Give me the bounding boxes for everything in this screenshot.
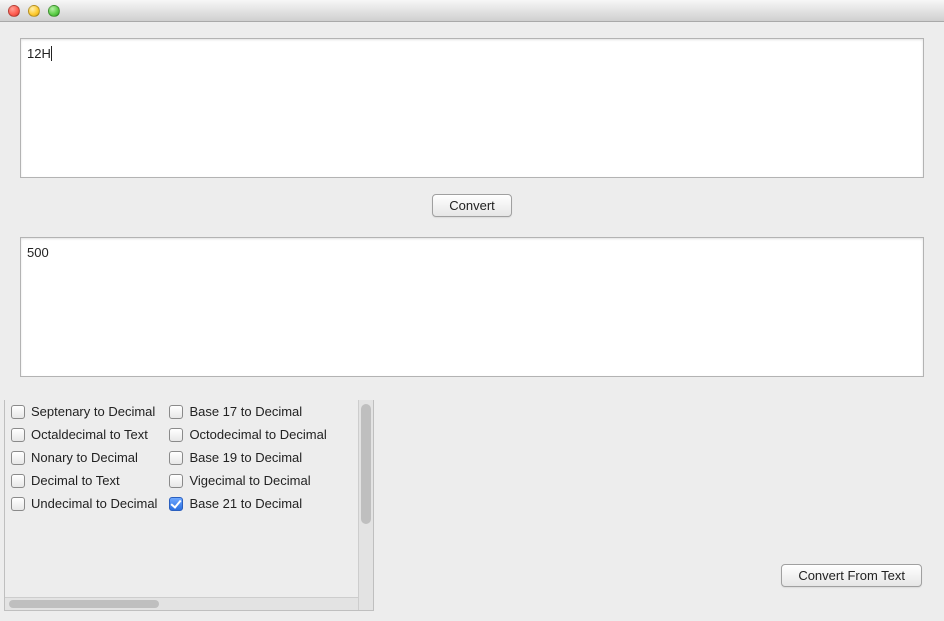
window-titlebar [0, 0, 944, 22]
option-label: Base 21 to Decimal [189, 496, 302, 511]
options-column-2: Hexadecimal to Text Base 17 to Decimal O… [169, 400, 326, 515]
option-row: Vigecimal to Decimal [169, 469, 326, 492]
option-label: Octaldecimal to Text [31, 427, 148, 442]
option-row: Septenary to Decimal [11, 400, 157, 423]
option-checkbox[interactable] [11, 474, 25, 488]
option-label: Decimal to Text [31, 473, 120, 488]
convert-button[interactable]: Convert [432, 194, 512, 217]
option-row: Decimal to Text [11, 469, 157, 492]
option-row: Base 21 to Decimal [169, 492, 326, 515]
output-textarea[interactable]: 500 [20, 237, 924, 377]
option-row: Octaldecimal to Text [11, 423, 157, 446]
option-checkbox[interactable] [11, 405, 25, 419]
vertical-scrollbar[interactable] [358, 400, 373, 610]
main-content: 12H Convert 500 [0, 22, 944, 377]
input-value: 12H [27, 45, 51, 63]
option-label: Septenary to Decimal [31, 404, 155, 419]
convert-from-text-button[interactable]: Convert From Text [781, 564, 922, 587]
option-row: Undecimal to Decimal [11, 492, 157, 515]
option-checkbox-checked[interactable] [169, 497, 183, 511]
option-label: Octodecimal to Decimal [189, 427, 326, 442]
input-textarea[interactable]: 12H [20, 38, 924, 178]
vertical-scroll-thumb[interactable] [361, 404, 371, 524]
option-checkbox[interactable] [11, 451, 25, 465]
option-checkbox[interactable] [11, 497, 25, 511]
option-label: Nonary to Decimal [31, 450, 138, 465]
option-label: Base 19 to Decimal [189, 450, 302, 465]
close-icon[interactable] [8, 5, 20, 17]
option-row: Nonary to Decimal [11, 446, 157, 469]
option-label: Base 17 to Decimal [189, 404, 302, 419]
options-panel[interactable]: Senary to Decimal Septenary to Decimal O… [4, 400, 374, 611]
output-value: 500 [27, 245, 49, 260]
option-checkbox[interactable] [11, 428, 25, 442]
option-checkbox[interactable] [169, 428, 183, 442]
option-checkbox[interactable] [169, 451, 183, 465]
horizontal-scroll-thumb[interactable] [9, 600, 159, 608]
option-label: Vigecimal to Decimal [189, 473, 310, 488]
option-row: Base 19 to Decimal [169, 446, 326, 469]
options-column-1: Senary to Decimal Septenary to Decimal O… [11, 400, 157, 515]
option-checkbox[interactable] [169, 405, 183, 419]
option-row: Base 17 to Decimal [169, 400, 326, 423]
option-row: Octodecimal to Decimal [169, 423, 326, 446]
convert-row: Convert [20, 178, 924, 237]
minimize-icon[interactable] [28, 5, 40, 17]
horizontal-scrollbar[interactable] [5, 597, 358, 610]
option-checkbox[interactable] [169, 474, 183, 488]
option-label: Undecimal to Decimal [31, 496, 157, 511]
bottom-region: Senary to Decimal Septenary to Decimal O… [0, 400, 944, 621]
zoom-icon[interactable] [48, 5, 60, 17]
